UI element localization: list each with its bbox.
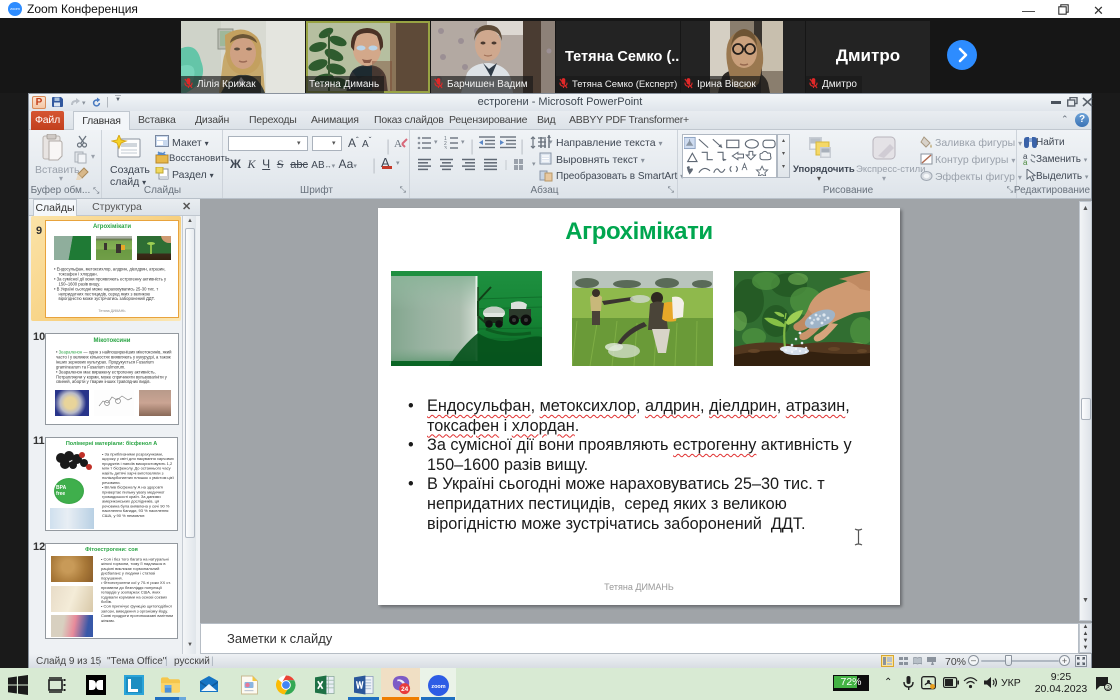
svg-text:a: a xyxy=(1023,158,1028,165)
svg-text:А: А xyxy=(394,138,402,150)
svg-text:zoom: zoom xyxy=(431,684,445,690)
svg-text:24: 24 xyxy=(401,686,409,693)
svg-text:3: 3 xyxy=(444,146,447,149)
svg-text:3: 3 xyxy=(1106,684,1110,691)
